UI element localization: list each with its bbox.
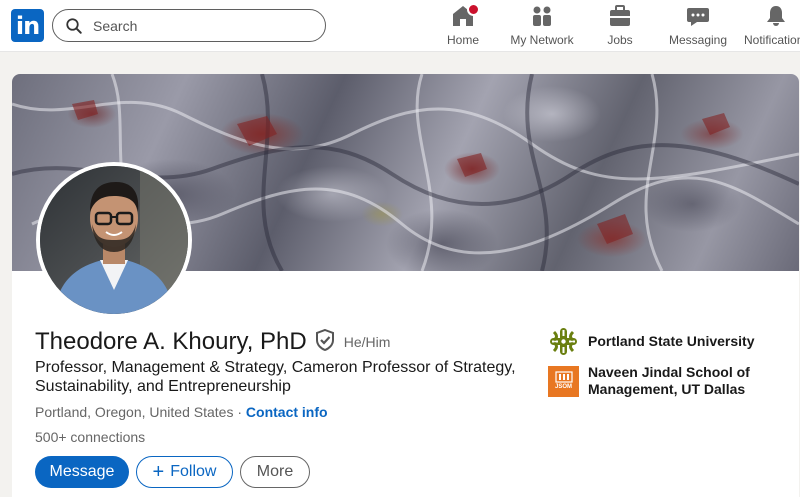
- separator-dot: ·: [233, 404, 246, 420]
- nav-messaging[interactable]: Messaging: [668, 4, 728, 48]
- briefcase-icon: [608, 4, 632, 28]
- jsom-logo-icon: JSOM: [548, 365, 579, 397]
- follow-label: Follow: [170, 463, 217, 480]
- plus-icon: +: [152, 461, 165, 483]
- profile-photo[interactable]: [36, 162, 192, 318]
- profile-headline: Professor, Management & Strategy, Camero…: [35, 359, 516, 395]
- org-portland-state[interactable]: Portland State University: [548, 326, 758, 357]
- profile-location: Portland, Oregon, United States: [35, 404, 234, 420]
- jsom-logo-text: JSOM: [554, 383, 572, 390]
- org-name-portland-state: Portland State University: [588, 333, 755, 349]
- org-jindal-school[interactable]: JSOM Naveen Jindal School of Management,…: [548, 364, 758, 398]
- nav-my-network-label: My Network: [510, 33, 574, 47]
- more-button[interactable]: More: [240, 456, 310, 488]
- follow-button[interactable]: + Follow: [136, 456, 233, 488]
- contact-info-link[interactable]: Contact info: [246, 404, 328, 420]
- location-row: Portland, Oregon, United States · Contac…: [35, 404, 328, 420]
- nav-jobs-label: Jobs: [607, 33, 633, 47]
- message-button[interactable]: Message: [35, 456, 129, 488]
- profile-card: Theodore A. Khoury, PhD He/Him Professor…: [12, 74, 799, 497]
- profile-name: Theodore A. Khoury, PhD: [35, 328, 307, 355]
- search-icon: [66, 17, 82, 34]
- nav-home[interactable]: Home: [440, 3, 486, 48]
- nav-home-label: Home: [446, 33, 479, 47]
- notification-badge: [467, 3, 480, 16]
- connections-count[interactable]: 500+ connections: [35, 429, 145, 445]
- org-name-jindal-school: Naveen Jindal School of Management, UT D…: [588, 364, 750, 397]
- linkedin-logo[interactable]: in: [11, 9, 44, 42]
- psu-logo-icon: [548, 326, 579, 357]
- search-box[interactable]: [52, 9, 326, 42]
- verified-shield-icon[interactable]: [315, 328, 335, 356]
- profile-name-row: Theodore A. Khoury, PhD He/Him: [35, 328, 390, 356]
- search-input[interactable]: [93, 17, 293, 34]
- nav-messaging-label: Messaging: [668, 33, 728, 47]
- messaging-icon: [686, 4, 710, 28]
- nav-notifications[interactable]: Notifications: [742, 4, 800, 48]
- top-nav-bar: in Home My Network: [0, 0, 800, 52]
- nav-my-network[interactable]: My Network: [506, 4, 578, 48]
- home-icon: [451, 3, 480, 28]
- nav-notifications-label: Notifications: [744, 33, 800, 47]
- pronouns: He/Him: [343, 334, 391, 350]
- nav-jobs[interactable]: Jobs: [597, 4, 643, 48]
- network-icon: [530, 4, 554, 28]
- bell-icon: [764, 4, 788, 28]
